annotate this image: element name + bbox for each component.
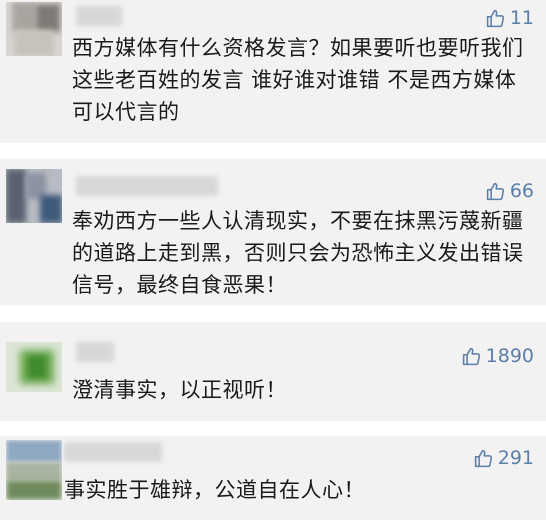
avatar[interactable] [6, 2, 62, 56]
comment-text: 事实胜于雄辩，公道自在人心！ [64, 478, 365, 502]
username[interactable] [64, 442, 162, 462]
avatar[interactable] [6, 342, 62, 392]
comment-card: 11 西方媒体有什么资格发言？如果要听也要听我们这些老百姓的发言 谁好谁对谁错 … [0, 0, 546, 143]
comment-card: 66 奉劝西方一些人认清现实，不要在抹黑污蔑新疆的道路上走到黑，否则只会为恐怖主… [0, 159, 546, 305]
like-button[interactable]: 66 [485, 179, 534, 203]
username[interactable] [76, 342, 114, 362]
avatar[interactable] [6, 169, 62, 223]
comment-card: 291 事实胜于雄辩，公道自在人心！ [0, 436, 546, 520]
thumbs-up-icon [461, 346, 482, 367]
username[interactable] [76, 6, 122, 26]
like-count: 1890 [485, 345, 534, 367]
comment-text: 澄清事实，以正视听！ [72, 378, 287, 402]
comment-text: 奉劝西方一些人认清现实，不要在抹黑污蔑新疆的道路上走到黑，否则只会为恐怖主义发出… [72, 209, 524, 297]
avatar[interactable] [6, 440, 62, 500]
comment-card: 1890 澄清事实，以正视听！ [0, 322, 546, 421]
like-button[interactable]: 291 [473, 446, 534, 470]
like-count: 291 [497, 447, 534, 469]
like-count: 66 [509, 180, 534, 202]
thumbs-up-icon [485, 8, 506, 29]
thumbs-up-icon [473, 448, 494, 469]
like-button[interactable]: 11 [485, 6, 534, 30]
username[interactable] [76, 176, 218, 196]
thumbs-up-icon [485, 181, 506, 202]
like-button[interactable]: 1890 [461, 344, 534, 368]
like-count: 11 [509, 7, 534, 29]
comment-text: 西方媒体有什么资格发言？如果要听也要听我们这些老百姓的发言 谁好谁对谁错 不是西… [72, 36, 524, 124]
